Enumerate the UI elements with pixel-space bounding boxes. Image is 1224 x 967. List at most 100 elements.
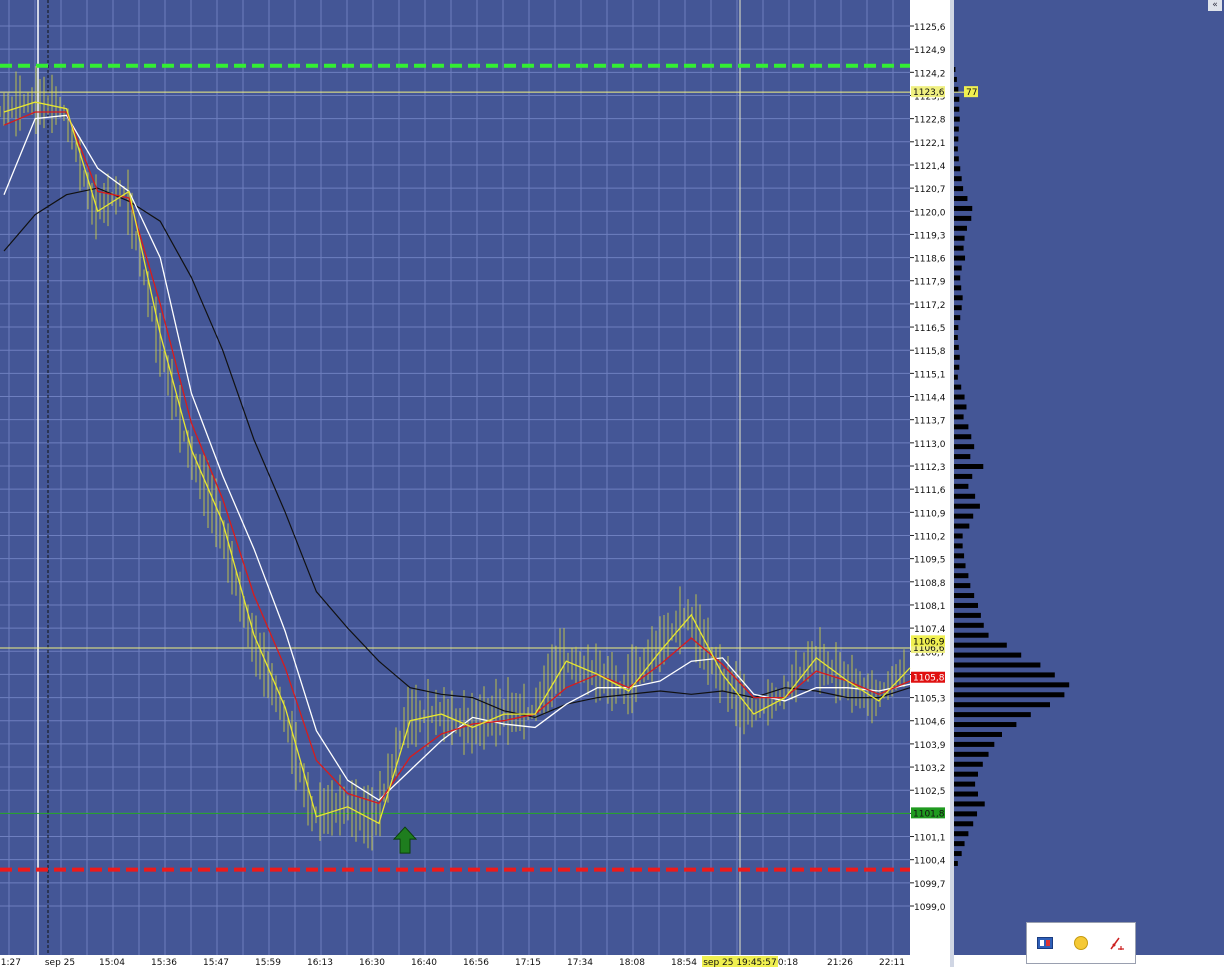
- y-tick-label: 1121,4: [914, 162, 946, 172]
- profile-bar: [954, 731, 1002, 737]
- profile-bar: [954, 692, 1065, 698]
- profile-bar: [954, 424, 969, 430]
- y-tick-label: 1108,1: [914, 602, 946, 612]
- chart-root: 1125,61124,91124,21123,51122,81122,11121…: [0, 0, 1224, 967]
- profile-bar: [954, 602, 978, 608]
- x-tick-label: 16:40: [411, 958, 437, 967]
- profile-bar: [954, 235, 965, 241]
- profile-bar: [954, 325, 959, 331]
- panel-divider: [950, 0, 954, 967]
- profile-bar: [954, 245, 964, 251]
- profile-bar: [954, 295, 963, 301]
- y-tick-label: 1122,8: [914, 116, 946, 126]
- y-tick-label: 1099,7: [914, 880, 946, 890]
- drawing-tool-icon[interactable]: [1107, 933, 1127, 953]
- level-label: 1101,8: [913, 809, 945, 819]
- y-tick-label: 1115,1: [914, 370, 946, 380]
- y-tick-label: 1110,9: [914, 509, 946, 519]
- collapse-panel-button[interactable]: «: [1208, 0, 1222, 11]
- profile-bar: [954, 67, 956, 73]
- profile-bar: [954, 196, 968, 202]
- y-tick-label: 1120,7: [914, 185, 946, 195]
- x-tick-label: 15:47: [203, 958, 229, 967]
- profile-bar: [954, 186, 964, 192]
- y-tick-label: 1114,4: [914, 394, 946, 404]
- profile-bar: [954, 473, 973, 479]
- profile-bar: [954, 751, 989, 757]
- sun-icon[interactable]: [1071, 933, 1091, 953]
- profile-bar: [954, 851, 962, 857]
- profile-bar: [954, 464, 984, 469]
- y-tick-label: 1103,9: [914, 741, 946, 751]
- x-tick-label: sep 25: [45, 958, 75, 967]
- profile-bar: [954, 513, 974, 519]
- profile-bar: [954, 612, 981, 618]
- profile-bar: [954, 593, 975, 599]
- profile-bar: [954, 275, 961, 281]
- profile-bar: [954, 315, 961, 321]
- profile-bar: [954, 76, 957, 82]
- profile-bar: [954, 305, 962, 311]
- profile-bar: [954, 860, 958, 866]
- profile-bar: [954, 136, 959, 142]
- profile-bar: [954, 523, 970, 529]
- profile-bar: [954, 344, 959, 350]
- profile-bar: [954, 573, 969, 579]
- x-tick-label: 0:18: [778, 958, 798, 967]
- profile-bar: [954, 652, 1022, 658]
- profile-bar: [954, 444, 975, 450]
- x-tick-label: 15:04: [99, 958, 125, 967]
- x-tick-label: 18:54: [671, 958, 697, 967]
- y-tick-label: 1099,0: [914, 903, 946, 913]
- profile-volume-text: 77: [966, 88, 977, 98]
- y-tick-label: 1108,8: [914, 579, 946, 589]
- x-tick-label: 21:27: [0, 958, 21, 967]
- x-tick-label: 17:15: [515, 958, 541, 967]
- profile-bar: [954, 632, 989, 638]
- y-tick-label: 1122,1: [914, 139, 946, 149]
- chart-settings-icon[interactable]: [1035, 933, 1055, 953]
- profile-bar: [954, 483, 969, 489]
- profile-bar: [954, 781, 976, 787]
- y-tick-label: 1103,2: [914, 764, 946, 774]
- profile-bar: [954, 255, 966, 261]
- profile-bar: [954, 712, 1031, 718]
- profile-bar: [954, 841, 965, 847]
- profile-bar: [954, 553, 965, 559]
- y-tick-label: 1125,6: [914, 23, 946, 33]
- plot-background: [0, 0, 1224, 967]
- y-tick-label: 1117,9: [914, 278, 946, 288]
- profile-bar: [954, 116, 960, 122]
- profile-bar: [954, 394, 965, 400]
- profile-bar: [954, 364, 960, 370]
- x-tick-label: 15:36: [151, 958, 177, 967]
- y-tick-label: 1111,6: [914, 486, 946, 496]
- profile-bar: [954, 454, 971, 460]
- profile-bar: [954, 434, 972, 440]
- profile-bar: [954, 106, 960, 112]
- profile-bar: [954, 761, 983, 767]
- y-tick-label: 1104,6: [914, 718, 946, 728]
- profile-bar: [954, 146, 958, 152]
- profile-bar: [954, 156, 959, 162]
- price-label: 1106,9: [913, 637, 945, 647]
- profile-bar: [954, 642, 1007, 648]
- y-tick-label: 1107,4: [914, 625, 946, 635]
- profile-bar: [954, 682, 1070, 688]
- profile-bar: [954, 821, 974, 827]
- profile-bar: [954, 583, 971, 589]
- profile-bar: [954, 374, 958, 380]
- x-tick-label: 15:59: [255, 958, 281, 967]
- profile-bar: [954, 741, 995, 747]
- profile-bar: [954, 166, 961, 172]
- x-tick-label: 21:26: [827, 958, 853, 967]
- x-tick-label: 17:34: [567, 958, 593, 967]
- profile-bar: [954, 722, 1017, 728]
- y-tick-label: 1120,0: [914, 208, 946, 218]
- y-tick-label: 1105,3: [914, 695, 946, 705]
- x-tick-label: 22:11: [879, 958, 905, 967]
- profile-bar: [954, 811, 978, 817]
- profile-bar: [954, 533, 963, 539]
- x-tick-label: 16:30: [359, 958, 385, 967]
- profile-bar: [954, 662, 1041, 668]
